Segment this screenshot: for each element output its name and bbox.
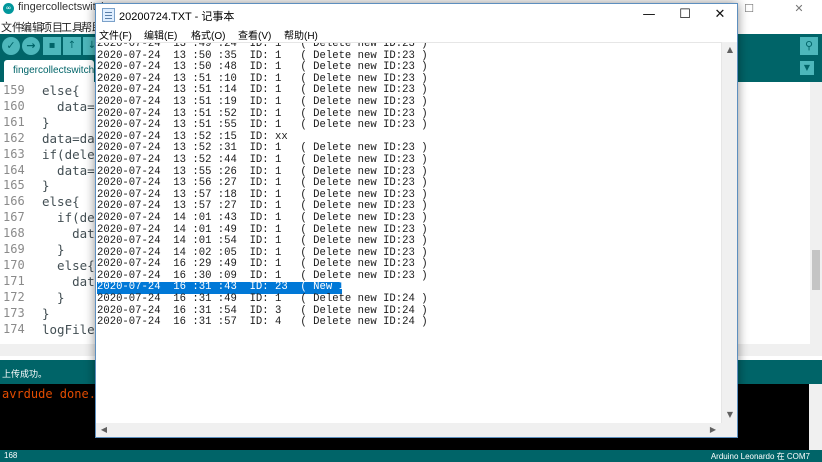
line-number: 173 [3, 305, 25, 320]
ide-close-button[interactable]: ✕ [776, 0, 822, 17]
code-line: } [42, 114, 50, 130]
ide-menu-edit[interactable]: 编辑 [21, 19, 43, 35]
code-line: if(delet [42, 146, 103, 162]
code-line: if(de [42, 210, 95, 226]
code-line: } [42, 305, 50, 321]
arduino-logo-icon: ∞ [3, 3, 14, 14]
ide-footer: 168 Arduino Leonardo 在 COM7 [0, 450, 822, 462]
upload-button[interactable]: → [22, 37, 40, 55]
notepad-title-bar[interactable]: 20200724.TXT - 记事本 — ☐ ✕ [96, 4, 737, 26]
notepad-minimize-button[interactable]: — [631, 4, 667, 26]
line-number: 174 [3, 321, 25, 336]
notepad-window-title: 20200724.TXT - 记事本 [119, 11, 235, 23]
notepad-menu-bar: 文件(F) 编辑(E) 格式(O) 查看(V) 帮助(H) [96, 26, 737, 42]
code-line: else{ [42, 257, 95, 273]
notepad-menu-edit[interactable]: 编辑(E) [144, 27, 177, 42]
code-line: data=c [42, 162, 103, 178]
log-line: 2020-07-24 13 :51 :55 ID: 1 ( Delete new… [97, 119, 428, 132]
scroll-right-arrow-icon[interactable]: ▶ [705, 423, 721, 437]
log-line: 2020-07-24 13 :52 :44 ID: 1 ( Delete new… [97, 153, 428, 166]
code-line: data=dat [42, 130, 103, 146]
scrollbar-corner [721, 423, 737, 437]
code-line: data [42, 226, 103, 242]
board-port-label: Arduino Leonardo 在 COM7 [710, 452, 810, 461]
log-line: 2020-07-24 13 :51 :19 ID: 1 ( Delete new… [97, 95, 428, 108]
notepad-horizontal-scrollbar[interactable]: ◀ ▶ [96, 423, 721, 437]
code-line: data=c [42, 98, 103, 114]
line-number: 160 [3, 98, 25, 113]
open-sketch-button[interactable]: ↑ [63, 37, 81, 55]
editor-vertical-scrollbar[interactable] [810, 82, 822, 344]
notepad-menu-help[interactable]: 帮助(H) [284, 27, 318, 42]
scroll-up-arrow-icon[interactable]: ▲ [722, 42, 738, 58]
console-scrollbar[interactable] [809, 384, 822, 450]
line-number: 161 [3, 114, 25, 129]
code-line: else{ [42, 83, 80, 98]
line-number: 172 [3, 289, 25, 304]
verify-button[interactable]: ✓ [2, 37, 20, 55]
code-line: } [42, 242, 65, 257]
tab-fingercollectswitch[interactable]: fingercollectswitch [4, 60, 94, 82]
notepad-menu-format[interactable]: 格式(O) [191, 27, 225, 42]
line-number: 166 [3, 194, 25, 209]
console-output: avrdude done. [2, 387, 96, 401]
notepad-menu-view[interactable]: 查看(V) [238, 27, 271, 42]
upload-status-text: 上传成功。 [2, 369, 48, 379]
notepad-close-button[interactable]: ✕ [702, 4, 738, 26]
line-number: 163 [3, 146, 25, 161]
notepad-vertical-scrollbar[interactable]: ▲ ▼ [721, 42, 737, 423]
code-line: data [42, 273, 103, 289]
log-lines: 2020-07-24 13 :49 :24 ID: 1 ( Delete new… [97, 43, 428, 329]
line-number: 168 [3, 226, 25, 241]
scroll-down-arrow-icon[interactable]: ▼ [722, 407, 738, 423]
ide-menu-file[interactable]: 文件 [1, 19, 23, 35]
line-number: 171 [3, 273, 25, 288]
editor-scroll-thumb[interactable] [812, 250, 820, 290]
ide-menu-sketch[interactable]: 项目 [41, 19, 63, 35]
code-line: } [42, 289, 65, 305]
notepad-maximize-button[interactable]: ☐ [667, 4, 703, 26]
cursor-line-number: 168 [4, 451, 18, 460]
log-line: 2020-07-24 16 :31 :57 ID: 4 ( Delete new… [97, 316, 428, 329]
notepad-window: 20200724.TXT - 记事本 — ☐ ✕ 文件(F) 编辑(E) 格式(… [95, 3, 738, 438]
code-line: } [42, 178, 50, 194]
ide-menu-tools[interactable]: 工具 [61, 19, 83, 35]
ide-window-title: fingercollectswitch [18, 1, 108, 13]
serial-monitor-button[interactable]: ⚲ [800, 37, 818, 55]
notepad-icon [102, 8, 115, 22]
line-number: 162 [3, 130, 25, 145]
line-number: 159 [3, 83, 25, 97]
line-number: 165 [3, 178, 25, 193]
scroll-left-arrow-icon[interactable]: ◀ [96, 423, 112, 437]
log-line: 2020-07-24 14 :01 :43 ID: 1 ( Delete new… [97, 211, 428, 224]
line-number: 164 [3, 162, 25, 177]
tab-menu-chevron-icon[interactable]: ▼ [800, 61, 814, 75]
log-line: 2020-07-24 13 :56 :27 ID: 1 ( Delete new… [97, 177, 428, 190]
code-line: logFile [42, 321, 95, 337]
line-number: 169 [3, 242, 25, 256]
log-line: 2020-07-24 14 :01 :54 ID: 1 ( Delete new… [97, 235, 428, 248]
log-line: 2020-07-24 16 :31 :49 ID: 1 ( Delete new… [97, 293, 428, 306]
notepad-menu-file[interactable]: 文件(F) [99, 27, 132, 42]
line-number: 167 [3, 210, 25, 225]
code-line: else{ [42, 194, 80, 210]
line-number-gutter: 159 160 161 162 163 164 165 166 167 168 169 170 171 1… [0, 82, 30, 344]
notepad-text-area[interactable]: 2020-07-24 13 :49 :24 ID: 1 ( Delete new… [96, 42, 721, 423]
line-number: 170 [3, 257, 25, 272]
new-sketch-button[interactable]: ▪ [43, 37, 61, 55]
